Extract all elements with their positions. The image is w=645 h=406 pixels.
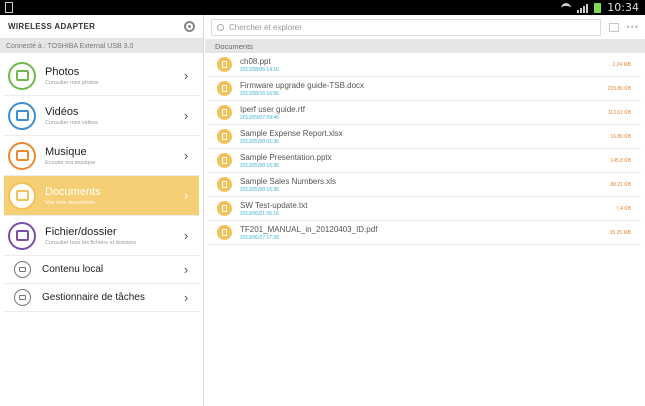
category-label: Musique bbox=[45, 145, 87, 158]
app-header: Wireless Adapter bbox=[0, 15, 203, 39]
local-item-0[interactable]: Contenu local › bbox=[4, 256, 199, 284]
file-size: 15.25 MB bbox=[609, 229, 631, 236]
notification-icon bbox=[5, 2, 13, 13]
main-panel: ••• Documents ch08.ppt2012/08/06 14:16 2.… bbox=[205, 15, 645, 406]
category-item-fichier-dossier[interactable]: Fichier/dossier Consulter tous les fichie… bbox=[4, 216, 199, 256]
file-row[interactable]: ch08.ppt 2012/08/06 14:16 2.24 MB bbox=[209, 53, 641, 77]
category-subtitle: Consulter tous les fichiers et dossiers bbox=[45, 239, 137, 246]
file-name: Firmware upgrade guide-TSB.docx bbox=[240, 80, 365, 90]
file-size: 145.8 KB bbox=[610, 157, 631, 164]
clock: 10:34 bbox=[607, 1, 639, 14]
file-date: 2012/08/06 14:16 bbox=[240, 66, 279, 73]
settings-icon[interactable] bbox=[184, 21, 195, 32]
category-label: Vidéos bbox=[45, 105, 79, 118]
category-item-musique[interactable]: Musique Ecouter ma musique › bbox=[4, 136, 199, 176]
chevron-right-icon: › bbox=[183, 148, 189, 163]
app-title: Wireless Adapter bbox=[8, 22, 96, 31]
battery-icon bbox=[594, 2, 602, 13]
category-item-documents[interactable]: Documents Voir mes documents › bbox=[4, 176, 199, 216]
connection-status: Connecté à : TOSHIBA External USB 3.0 bbox=[0, 39, 203, 53]
file-name: ch08.ppt bbox=[240, 56, 271, 66]
chevron-right-icon: › bbox=[183, 262, 189, 277]
sidebar: Wireless Adapter Connecté à : TOSHIBA Ex… bbox=[0, 15, 204, 406]
search-icon bbox=[217, 23, 224, 31]
file-row[interactable]: Firmware upgrade guide-TSB.docx 2012/08/1… bbox=[209, 77, 641, 101]
file-date: 2012/09/07 09:46 bbox=[240, 114, 279, 121]
category-list: Photos Consulter mes photos › Vidéos Consult… bbox=[0, 53, 203, 256]
file-date: 2012/06/01 05:16 bbox=[240, 210, 279, 217]
status-bar: 10:34 bbox=[0, 0, 645, 15]
file-size: 7.4 KB bbox=[615, 205, 631, 212]
chevron-right-icon: › bbox=[183, 228, 189, 243]
file-row[interactable]: TF201_MANUAL_in_20120403_ID.pdf 2012/06/2… bbox=[209, 221, 641, 245]
category-icon bbox=[8, 221, 36, 250]
local-list: Contenu local › Gestionnaire de tâches › bbox=[0, 256, 203, 312]
category-subtitle: Voir mes documents bbox=[45, 199, 95, 206]
local-item-label: Gestionnaire de tâches bbox=[42, 292, 145, 303]
file-row[interactable]: Sample Sales Numbers.xls 2012/05/08 16:36… bbox=[209, 173, 641, 197]
file-size: 88.21 KB bbox=[610, 181, 631, 188]
more-options-icon[interactable]: ••• bbox=[627, 22, 639, 32]
document-icon bbox=[217, 105, 232, 120]
document-icon bbox=[217, 153, 232, 168]
file-size: 113.61 KB bbox=[608, 109, 631, 116]
search-bar: ••• bbox=[205, 15, 645, 39]
local-item-1[interactable]: Gestionnaire de tâches › bbox=[4, 284, 199, 312]
chevron-right-icon: › bbox=[183, 108, 189, 123]
section-title: Documents bbox=[205, 39, 645, 53]
category-item-photos[interactable]: Photos Consulter mes photos › bbox=[4, 56, 199, 96]
document-icon bbox=[217, 81, 232, 96]
category-subtitle: Ecouter ma musique bbox=[45, 159, 96, 166]
document-icon bbox=[217, 57, 232, 72]
file-name: Sample Presentation.pptx bbox=[240, 152, 332, 162]
file-date: 2012/05/08 16:36 bbox=[240, 186, 279, 193]
file-size: 239.80 KB bbox=[607, 85, 631, 92]
category-subtitle: Consulter mes vidéos bbox=[45, 119, 98, 126]
file-name: TF201_MANUAL_in_20120403_ID.pdf bbox=[240, 224, 378, 234]
file-row[interactable]: Iperf user guide.rtf 2012/09/07 09:46 113.… bbox=[209, 101, 641, 125]
search-box[interactable] bbox=[211, 18, 601, 36]
search-input[interactable] bbox=[229, 22, 489, 32]
file-date: 2012/05/08 16:36 bbox=[240, 162, 279, 169]
category-label: Documents bbox=[45, 185, 101, 198]
document-icon bbox=[217, 201, 232, 216]
document-icon bbox=[217, 129, 232, 144]
wifi-icon bbox=[561, 3, 572, 12]
file-size: 16.80 KB bbox=[610, 133, 631, 140]
chevron-right-icon: › bbox=[183, 290, 189, 305]
category-icon bbox=[8, 101, 36, 130]
local-item-label: Contenu local bbox=[42, 264, 104, 275]
category-icon bbox=[8, 141, 36, 170]
file-list: ch08.ppt 2012/08/06 14:16 2.24 MB Firmware … bbox=[205, 53, 645, 245]
file-row[interactable]: SW Test-update.txt 2012/06/01 05:16 7.4 KB bbox=[209, 197, 641, 221]
category-icon bbox=[8, 181, 36, 210]
file-name: Iperf user guide.rtf bbox=[240, 104, 305, 114]
category-item-vid-os[interactable]: Vidéos Consulter mes vidéos › bbox=[4, 96, 199, 136]
document-icon bbox=[217, 225, 232, 240]
file-size: 2.24 MB bbox=[612, 61, 631, 68]
category-label: Fichier/dossier bbox=[45, 225, 117, 238]
chevron-right-icon: › bbox=[183, 68, 189, 83]
file-date: 2012/08/16 16:56 bbox=[240, 90, 279, 97]
file-row[interactable]: Sample Presentation.pptx 2012/05/08 16:36… bbox=[209, 149, 641, 173]
refresh-icon[interactable] bbox=[608, 22, 619, 32]
chevron-right-icon: › bbox=[183, 188, 189, 203]
category-label: Photos bbox=[45, 65, 80, 78]
file-name: SW Test-update.txt bbox=[240, 200, 308, 210]
category-subtitle: Consulter mes photos bbox=[45, 79, 99, 86]
task-manager-icon bbox=[14, 289, 31, 306]
file-date: 2012/06/27 17:28 bbox=[240, 234, 279, 241]
document-icon bbox=[217, 177, 232, 192]
category-icon bbox=[8, 61, 36, 90]
signal-icon bbox=[577, 3, 589, 13]
file-name: Sample Sales Numbers.xls bbox=[240, 176, 337, 186]
file-name: Sample Expense Report.xlsx bbox=[240, 128, 343, 138]
file-date: 2012/05/08 01:36 bbox=[240, 138, 279, 145]
local-content-icon bbox=[14, 261, 31, 278]
file-row[interactable]: Sample Expense Report.xlsx 2012/05/08 01:… bbox=[209, 125, 641, 149]
